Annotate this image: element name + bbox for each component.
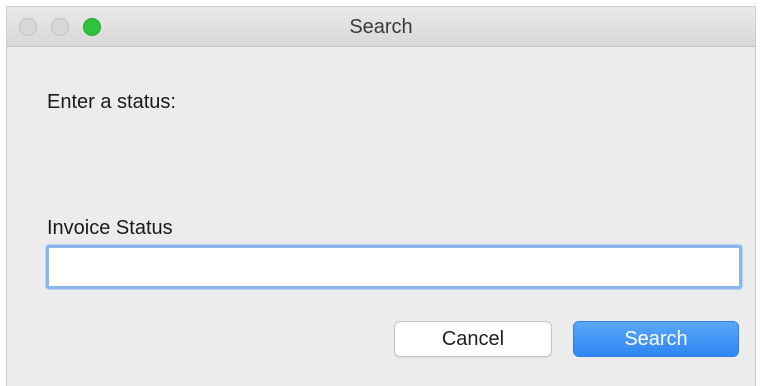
invoice-status-label: Invoice Status — [47, 217, 173, 239]
search-button[interactable]: Search — [573, 321, 739, 357]
cancel-button[interactable]: Cancel — [394, 321, 552, 357]
prompt-text: Enter a status: — [47, 91, 176, 113]
title-bar[interactable]: Search — [7, 7, 755, 47]
invoice-status-input[interactable] — [46, 245, 742, 289]
window-title: Search — [349, 16, 413, 38]
search-dialog-window: Search Enter a status: Invoice Status Ca… — [6, 6, 756, 386]
